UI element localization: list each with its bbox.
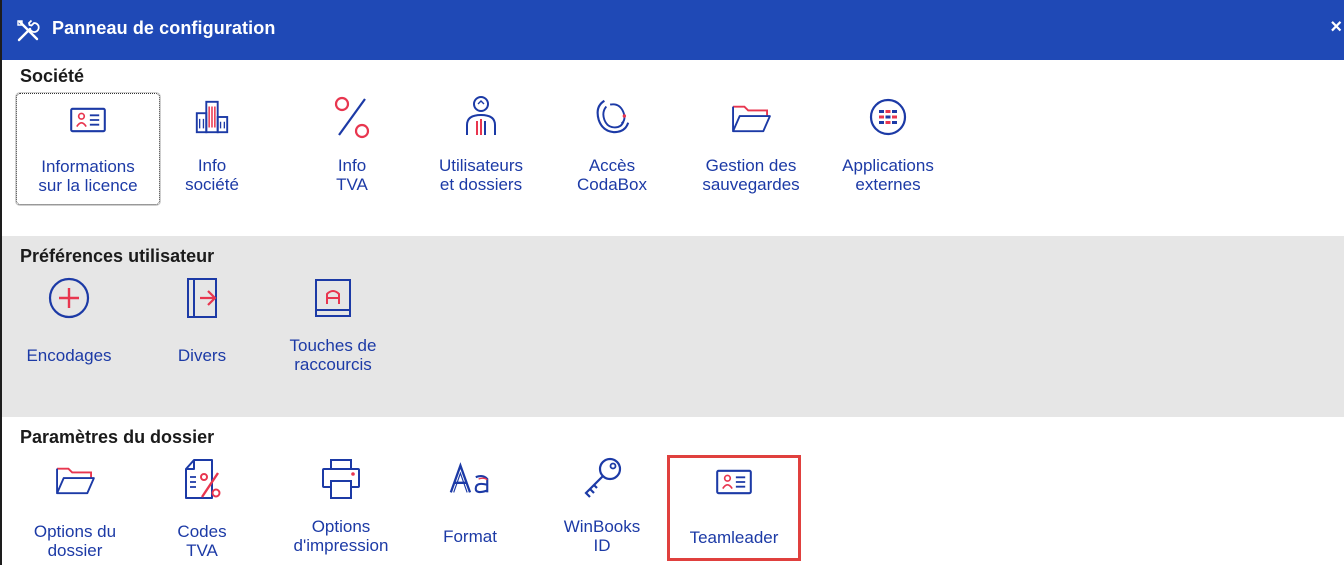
item-teamleader[interactable]: Teamleader — [667, 455, 801, 561]
section-preferences: Préférences utilisateur Encodages Divers — [2, 236, 1344, 417]
item-gestion-sauvegardes[interactable]: Gestion des sauvegardes — [686, 93, 816, 203]
item-divers[interactable]: Divers — [162, 274, 242, 384]
keyboard-key-icon — [315, 279, 351, 317]
item-label: Accès CodaBox — [577, 156, 647, 194]
section-title-societe: Société — [20, 66, 85, 86]
apps-icon — [869, 98, 907, 136]
item-applications-externes[interactable]: Applications externes — [818, 93, 958, 203]
folder-icon — [56, 467, 95, 495]
item-label: Info TVA — [336, 156, 368, 194]
exit-door-icon — [187, 278, 217, 318]
item-codes-tva[interactable]: Codes TVA — [162, 455, 242, 565]
item-info-societe[interactable]: Info société — [172, 93, 252, 203]
item-utilisateurs-dossiers[interactable]: Utilisateurs et dossiers — [422, 93, 540, 203]
window-title: Panneau de configuration — [52, 18, 276, 38]
key-icon — [584, 457, 622, 498]
item-label: Divers — [177, 346, 227, 365]
section-title-dossier: Paramètres du dossier — [20, 427, 215, 447]
item-label: Codes TVA — [177, 522, 227, 560]
section-societe: Société Informations sur la licence Info… — [2, 60, 1344, 236]
item-label: Format — [443, 527, 497, 546]
item-label: Info société — [185, 156, 239, 194]
item-winbooks-id[interactable]: WinBooks ID — [552, 455, 652, 565]
item-format[interactable]: Format — [430, 455, 510, 565]
percent-icon — [334, 96, 370, 139]
item-label: Gestion des sauvegardes — [702, 156, 800, 194]
item-options-dossier[interactable]: Options du dossier — [14, 455, 136, 565]
id-card-icon — [70, 107, 106, 133]
folder-icon — [732, 105, 771, 133]
codabox-icon — [596, 99, 630, 134]
item-label: Touches de raccourcis — [289, 336, 377, 374]
item-label: Teamleader — [689, 528, 779, 547]
close-icon[interactable]: × — [1330, 16, 1342, 39]
item-label: Informations sur la licence — [38, 157, 138, 195]
item-label: Utilisateurs et dossiers — [438, 156, 524, 194]
tools-icon — [17, 19, 40, 42]
section-dossier: Paramètres du dossier Options du dossier… — [2, 417, 1344, 565]
id-card-icon — [716, 469, 752, 495]
item-label: Applications externes — [842, 156, 934, 194]
printer-icon — [322, 459, 360, 499]
item-label: Options d'impression — [293, 517, 389, 555]
item-label: Options du dossier — [33, 522, 117, 560]
config-panel-window: Panneau de configuration × Société Infor… — [0, 0, 1344, 565]
item-label: WinBooks ID — [563, 517, 641, 555]
title-bar: Panneau de configuration × — [2, 0, 1344, 60]
item-touches-raccourcis[interactable]: Touches de raccourcis — [270, 274, 396, 384]
item-options-impression[interactable]: Options d'impression — [272, 455, 410, 565]
item-acces-codabox[interactable]: Accès CodaBox — [570, 93, 654, 203]
user-icon — [466, 96, 496, 135]
section-title-preferences: Préférences utilisateur — [20, 246, 215, 266]
item-encodages[interactable]: Encodages — [14, 274, 124, 384]
document-percent-icon — [185, 459, 221, 499]
font-format-icon — [449, 462, 489, 494]
item-informations-licence[interactable]: Informations sur la licence — [16, 93, 160, 205]
plus-circle-icon — [48, 277, 90, 319]
item-info-tva[interactable]: Info TVA — [312, 93, 392, 203]
item-label: Encodages — [26, 346, 112, 365]
building-icon — [195, 100, 229, 134]
